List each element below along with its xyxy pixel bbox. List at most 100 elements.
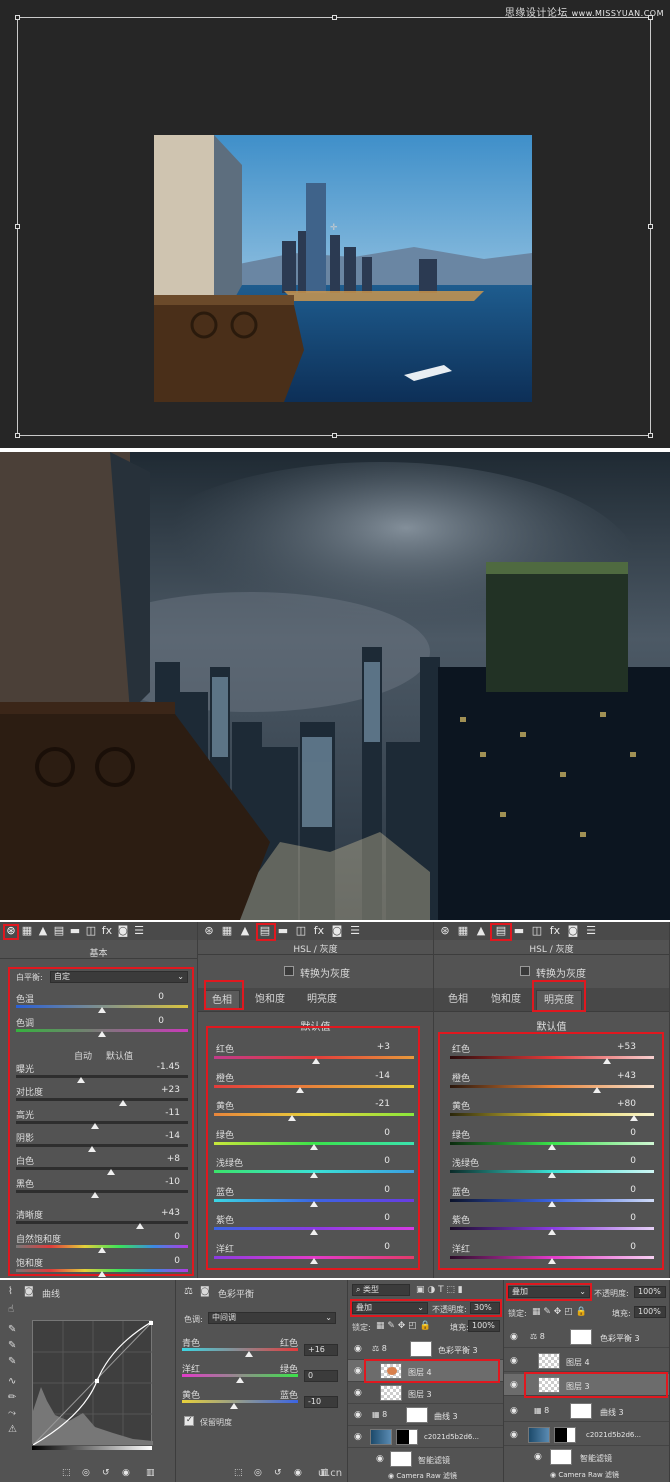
lens-icon[interactable]: ◫ [84, 924, 98, 938]
fx-icon[interactable]: fx [100, 924, 114, 938]
slider-thumb[interactable] [135, 1223, 144, 1229]
slider-track[interactable] [16, 1190, 188, 1193]
layer-row-color-balance[interactable]: ◉ ⚖ 8 色彩平衡 3 [504, 1326, 669, 1348]
slider-track[interactable] [16, 1221, 188, 1224]
slider-thumb[interactable] [312, 1058, 320, 1064]
eye-icon[interactable]: ◉ [510, 1406, 518, 1416]
transform-handle-br[interactable] [648, 433, 653, 438]
slider-value[interactable]: 0 [350, 1242, 390, 1252]
view-previous-icon[interactable]: ◎ [254, 1468, 262, 1478]
clipping-warning-icon[interactable]: ⚠ [8, 1424, 17, 1435]
layer-filter-select[interactable]: ⌕ 类型 [352, 1284, 410, 1296]
visibility-icon[interactable]: ◉ [294, 1468, 302, 1478]
clip-icon[interactable]: ⬚ [62, 1468, 71, 1478]
slider-thumb[interactable] [106, 1169, 115, 1175]
slider-thumb[interactable] [603, 1058, 612, 1064]
trash-icon[interactable]: ▥ [146, 1468, 155, 1478]
lens-icon[interactable]: ◫ [294, 924, 308, 938]
hsl-icon[interactable]: ▤ [52, 924, 66, 938]
fill-input[interactable]: 100% [634, 1306, 666, 1318]
slider-thumb[interactable] [548, 1143, 556, 1150]
slider-value[interactable]: -14 [140, 1131, 180, 1141]
slider-value[interactable]: 0 [350, 1128, 390, 1138]
transform-handle-tl[interactable] [15, 15, 20, 20]
slider-track[interactable] [16, 1098, 188, 1101]
lens-icon[interactable]: ◫ [530, 924, 544, 938]
slider-value[interactable]: -1.45 [140, 1062, 180, 1072]
wb-select[interactable]: 自定 ⌄ [50, 971, 188, 983]
layer-row-smart-filters[interactable]: ◉ 智能滤镜 [504, 1446, 669, 1468]
temp-value[interactable]: 0 [124, 992, 164, 1002]
camera-icon[interactable]: ◙ [330, 924, 344, 938]
slider-value[interactable]: -21 [350, 1099, 390, 1109]
visibility-icon[interactable]: ◉ [122, 1468, 130, 1478]
reset-icon[interactable]: ↺ [102, 1468, 110, 1478]
clip-icon[interactable]: ⬚ [234, 1468, 243, 1478]
aperture-icon[interactable]: ⊛ [438, 924, 452, 938]
slider-thumb[interactable] [310, 1172, 318, 1178]
eye-icon[interactable]: ◉ [354, 1344, 362, 1354]
slider-value[interactable]: +43 [140, 1208, 180, 1218]
slider-thumb[interactable] [91, 1192, 100, 1198]
eye-icon[interactable]: ◉ [354, 1432, 362, 1442]
slider-track[interactable] [16, 1121, 188, 1124]
slider-value[interactable]: 0 [350, 1185, 390, 1195]
slider-track[interactable] [214, 1084, 414, 1088]
layer-row-curves[interactable]: ◉ ▦ 8 曲线 3 [348, 1404, 503, 1426]
eye-icon[interactable]: ◉ [376, 1454, 384, 1464]
layer-row-smart-object[interactable]: ◉ c2021d5b2d6... [504, 1424, 669, 1446]
detail-icon[interactable]: ▲ [36, 924, 50, 938]
slider-value[interactable]: -10 [140, 1177, 180, 1187]
eyedropper-gray-icon[interactable]: ✎ [8, 1340, 16, 1351]
slider-thumb[interactable] [98, 1271, 106, 1277]
balance-thumb[interactable] [236, 1377, 244, 1383]
layer-row-curves[interactable]: ◉ ▦ 8 曲线 3 [504, 1400, 669, 1422]
slider-thumb[interactable] [91, 1123, 100, 1129]
slider-value[interactable]: +23 [140, 1085, 180, 1095]
fill-input[interactable]: 100% [468, 1320, 500, 1332]
camera-icon[interactable]: ◙ [116, 924, 130, 938]
slider-thumb[interactable] [310, 1200, 318, 1207]
slider-value[interactable]: -14 [350, 1071, 390, 1081]
pivot-crosshair-icon[interactable]: ✛ [330, 224, 339, 233]
slider-track[interactable] [450, 1056, 654, 1059]
layer-row-color-balance[interactable]: ◉ ⚖ 8 色彩平衡 3 [348, 1338, 503, 1360]
slider-track[interactable] [450, 1113, 654, 1116]
curve-point-tool-icon[interactable]: ∿ [8, 1376, 16, 1387]
eye-icon[interactable]: ◉ [354, 1388, 362, 1398]
slider-value[interactable]: 0 [596, 1128, 636, 1138]
camera-raw-filter-row[interactable]: ◉ Camera Raw 滤镜 [550, 1470, 619, 1480]
slider-track[interactable] [16, 1144, 188, 1147]
opacity-input[interactable]: 100% [634, 1286, 666, 1298]
eyedropper-white-icon[interactable]: ✎ [8, 1356, 16, 1367]
auto-button[interactable]: 自动 [74, 1049, 92, 1062]
smooth-icon[interactable]: ⤳ [8, 1408, 16, 1419]
slider-thumb[interactable] [118, 1100, 127, 1106]
grayscale-checkbox[interactable] [520, 966, 530, 976]
eye-icon[interactable]: ◉ [510, 1430, 518, 1440]
filter-icons[interactable]: ▣ ◑ T ⬚ ▮ [416, 1285, 463, 1295]
detail-icon[interactable]: ▲ [238, 924, 252, 938]
slider-value[interactable]: +8 [140, 1154, 180, 1164]
slider-value[interactable]: 0 [140, 1256, 180, 1266]
slider-thumb[interactable] [548, 1172, 556, 1178]
balance-track[interactable] [182, 1400, 298, 1403]
slider-thumb[interactable] [310, 1257, 318, 1264]
presets-icon[interactable]: ☰ [584, 924, 598, 938]
tone-curve-icon[interactable]: ▦ [20, 924, 34, 938]
eye-icon[interactable]: ◉ [510, 1380, 518, 1390]
split-toning-icon[interactable]: ▬ [276, 924, 290, 938]
eye-icon[interactable]: ◉ [354, 1410, 362, 1420]
curve-graph[interactable] [32, 1320, 154, 1446]
slider-value[interactable]: +43 [596, 1071, 636, 1081]
eye-icon[interactable]: ◉ [354, 1366, 362, 1376]
eye-icon[interactable]: ◉ [388, 1472, 394, 1480]
slider-thumb[interactable] [310, 1229, 318, 1235]
layer-row-layer3[interactable]: ◉ 图层 3 [348, 1382, 503, 1404]
balance-value-input[interactable]: 0 [304, 1370, 338, 1382]
slider-thumb[interactable] [77, 1077, 86, 1083]
aperture-icon[interactable]: ⊛ [202, 924, 216, 938]
slider-thumb[interactable] [98, 1247, 106, 1253]
slider-track[interactable] [214, 1113, 414, 1116]
transform-handle-t[interactable] [332, 15, 337, 20]
